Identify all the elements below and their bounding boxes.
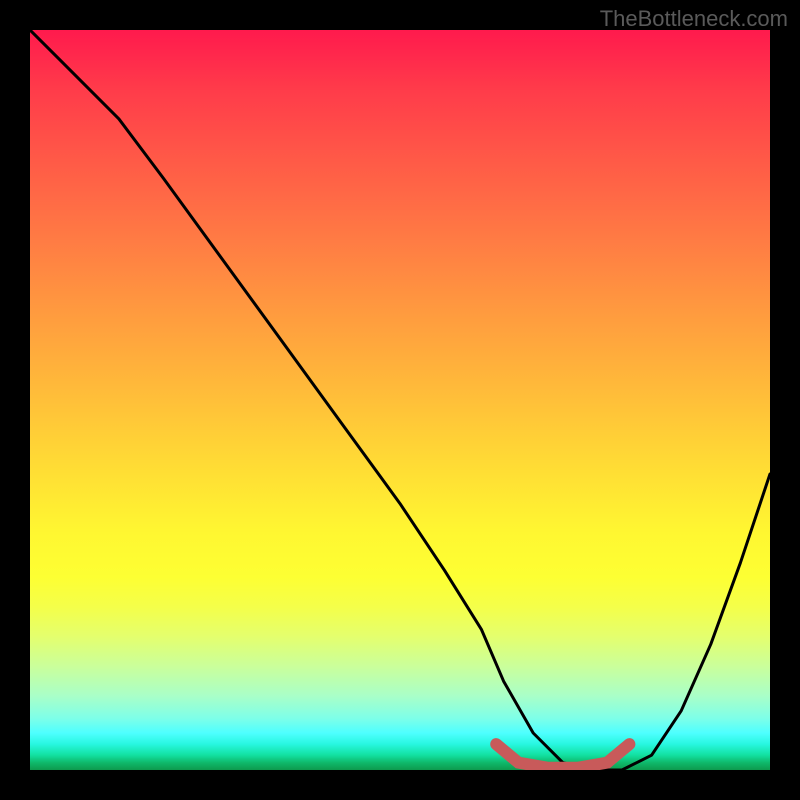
bottleneck-curve bbox=[30, 30, 770, 770]
optimal-band bbox=[496, 744, 629, 768]
watermark-text: TheBottleneck.com bbox=[600, 6, 788, 32]
plot-area bbox=[30, 30, 770, 770]
curve-layer bbox=[30, 30, 770, 770]
